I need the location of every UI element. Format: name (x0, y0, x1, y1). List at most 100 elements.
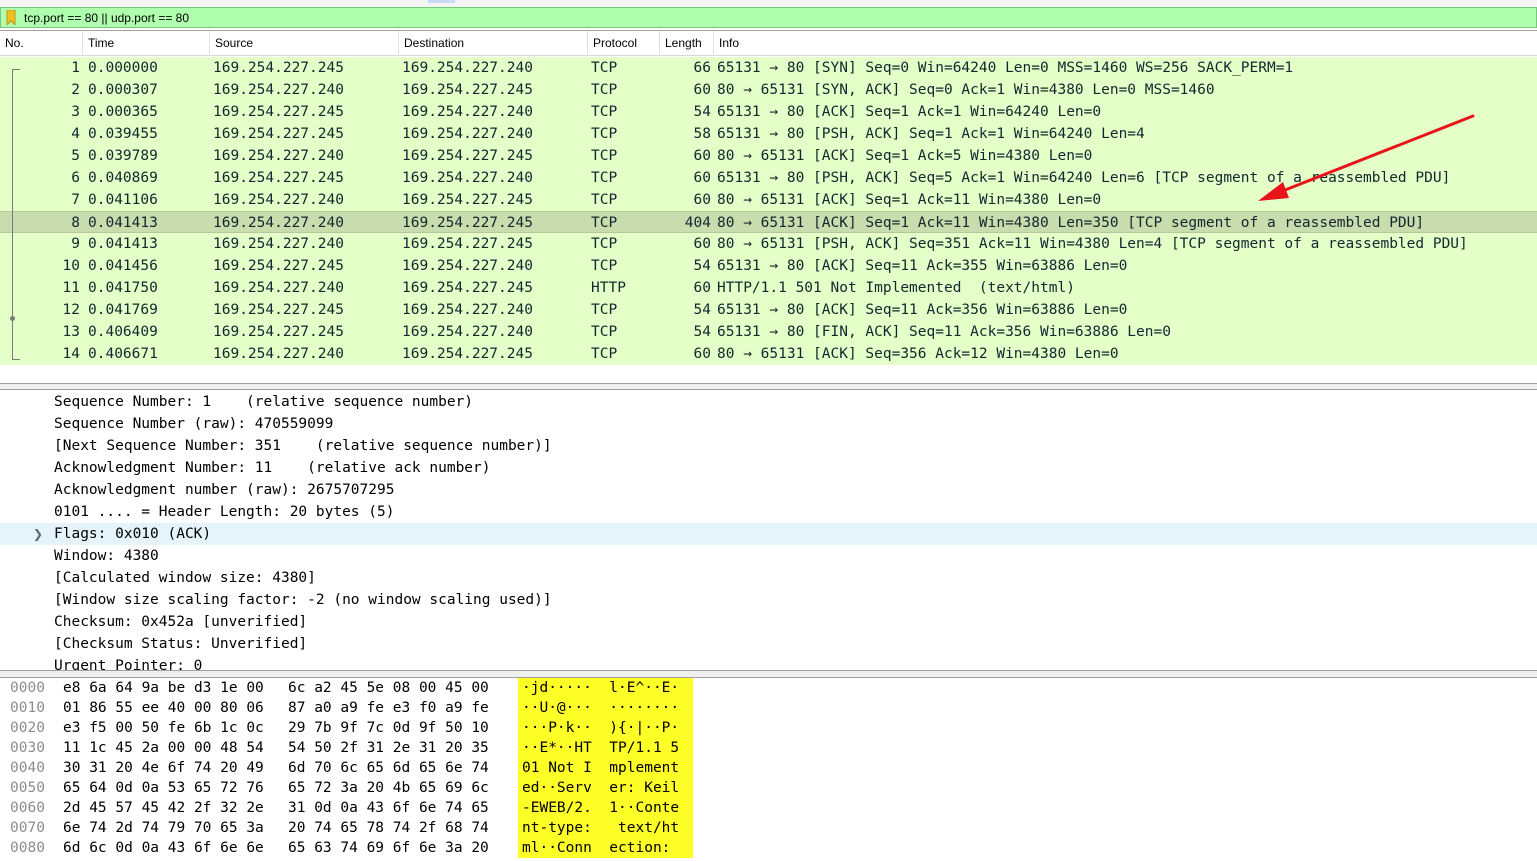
packet-info: 80 → 65131 [PSH, ACK] Seq=351 Ack=11 Win… (717, 236, 1468, 252)
packet-row[interactable]: 3 0.000365 169.254.227.245 169.254.227.240 T… (0, 101, 1537, 123)
packet-no: 2 (71, 82, 80, 98)
column-header-time[interactable]: Time (83, 31, 210, 56)
packet-row[interactable]: 14 0.406671 169.254.227.240 169.254.227.245… (0, 343, 1537, 365)
packet-row[interactable]: 11 0.041750 169.254.227.240 169.254.227.245… (0, 277, 1537, 299)
byte-offset: 0050 (10, 780, 45, 796)
column-header-source[interactable]: Source (210, 31, 399, 56)
bytes-row[interactable]: 0030 11 1c 45 2a 00 00 48 54 54 50 2f 31 2… (0, 738, 1537, 758)
packet-protocol: TCP (591, 324, 618, 340)
display-filter-input[interactable]: tcp.port == 80 || udp.port == 80 (24, 9, 189, 27)
packet-length: 54 (693, 258, 711, 274)
pane-splitter-top[interactable] (0, 384, 1537, 390)
packet-row[interactable]: 6 0.040869 169.254.227.245 169.254.227.240 T… (0, 167, 1537, 189)
packet-info: 65131 → 80 [ACK] Seq=11 Ack=355 Win=6388… (717, 258, 1128, 274)
packet-row[interactable]: 5 0.039789 169.254.227.240 169.254.227.245 T… (0, 145, 1537, 167)
detail-row[interactable]: [Checksum Status: Unverified] (0, 633, 1537, 655)
packet-destination: 169.254.227.240 (402, 302, 533, 318)
detail-row[interactable]: Sequence Number: 1 (relative sequence nu… (0, 391, 1537, 413)
bytes-row[interactable]: 0050 65 64 0d 0a 53 65 72 76 65 72 3a 20 4… (0, 778, 1537, 798)
display-filter-bar[interactable]: tcp.port == 80 || udp.port == 80 (0, 7, 1537, 28)
hex-bytes-right: 87 a0 a9 fe e3 f0 a9 fe (288, 700, 489, 716)
packet-row[interactable]: 7 0.041106 169.254.227.240 169.254.227.245 T… (0, 189, 1537, 211)
packet-time: 0.041750 (88, 280, 158, 296)
packet-source: 169.254.227.245 (213, 104, 344, 120)
detail-row[interactable]: [Next Sequence Number: 351 (relative seq… (0, 435, 1537, 457)
packet-row[interactable]: 8 0.041413 169.254.227.240 169.254.227.245 T… (0, 211, 1537, 233)
column-header-protocol[interactable]: Protocol (588, 31, 660, 56)
detail-row[interactable]: 0101 .... = Header Length: 20 bytes (5) (0, 501, 1537, 523)
packet-row[interactable]: 12 0.041769 169.254.227.245 169.254.227.240… (0, 299, 1537, 321)
detail-row[interactable]: Acknowledgment Number: 11 (relative ack … (0, 457, 1537, 479)
packet-info: 80 → 65131 [ACK] Seq=1 Ack=5 Win=4380 Le… (717, 148, 1093, 164)
detail-row[interactable]: [Window size scaling factor: -2 (no wind… (0, 589, 1537, 611)
byte-offset: 0030 (10, 740, 45, 756)
packet-destination: 169.254.227.240 (402, 324, 533, 340)
chevron-right-icon[interactable]: ❯ (33, 523, 45, 545)
bytes-row[interactable]: 0020 e3 f5 00 50 fe 6b 1c 0c 29 7b 9f 7c 0… (0, 718, 1537, 738)
packet-protocol: TCP (591, 236, 618, 252)
bytes-row[interactable]: 0000 e8 6a 64 9a be d3 1e 00 6c a2 45 5e 0… (0, 678, 1537, 698)
packet-destination: 169.254.227.240 (402, 258, 533, 274)
packet-row[interactable]: 9 0.041413 169.254.227.240 169.254.227.245 T… (0, 233, 1537, 255)
packet-time: 0.000365 (88, 104, 158, 120)
packet-no: 12 (62, 302, 80, 318)
packet-destination: 169.254.227.240 (402, 104, 533, 120)
ascii-bytes: ml··Conn ection: (518, 838, 693, 858)
packet-no: 1 (71, 60, 80, 76)
detail-row[interactable]: Window: 4380 (0, 545, 1537, 567)
packet-row[interactable]: 2 0.000307 169.254.227.240 169.254.227.245 T… (0, 79, 1537, 101)
ascii-bytes: -EWEB/2. 1··Conte (518, 798, 693, 818)
packet-details-pane[interactable]: Sequence Number: 1 (relative sequence nu… (0, 391, 1537, 670)
detail-row[interactable]: Urgent Pointer: 0 (0, 655, 1537, 670)
bytes-row[interactable]: 0040 30 31 20 4e 6f 74 20 49 6d 70 6c 65 6… (0, 758, 1537, 778)
detail-row[interactable]: ❯ Flags: 0x010 (ACK) (0, 523, 1537, 545)
packet-time: 0.041456 (88, 258, 158, 274)
packet-bytes-pane[interactable]: 0000 e8 6a 64 9a be d3 1e 00 6c a2 45 5e 0… (0, 678, 1537, 861)
column-header-destination[interactable]: Destination (399, 31, 588, 56)
packet-source: 169.254.227.245 (213, 126, 344, 142)
detail-row[interactable]: Checksum: 0x452a [unverified] (0, 611, 1537, 633)
packet-no: 3 (71, 104, 80, 120)
hex-bytes-right: 54 50 2f 31 2e 31 20 35 (288, 740, 489, 756)
byte-offset: 0040 (10, 760, 45, 776)
packet-no: 6 (71, 170, 80, 186)
ascii-bytes: ··U·@··· ········ (518, 698, 693, 718)
ascii-bytes: ·jd····· l·E^··E· (518, 678, 693, 698)
bookmark-icon[interactable] (6, 10, 16, 25)
packet-destination: 169.254.227.245 (402, 215, 533, 231)
column-header-info[interactable]: Info (714, 31, 1537, 56)
detail-row[interactable]: Sequence Number (raw): 470559099 (0, 413, 1537, 435)
column-header-length[interactable]: Length (660, 31, 714, 56)
detail-text: Acknowledgment Number: 11 (relative ack … (54, 460, 491, 476)
packet-info: 65131 → 80 [PSH, ACK] Seq=5 Ack=1 Win=64… (717, 170, 1451, 186)
bytes-row[interactable]: 0060 2d 45 57 45 42 2f 32 2e 31 0d 0a 43 6… (0, 798, 1537, 818)
packet-length: 60 (693, 346, 711, 362)
packet-row[interactable]: 1 0.000000 169.254.227.245 169.254.227.240 T… (0, 57, 1537, 79)
packet-info: 65131 → 80 [SYN] Seq=0 Win=64240 Len=0 M… (717, 60, 1294, 76)
detail-row[interactable]: [Calculated window size: 4380] (0, 567, 1537, 589)
packet-no: 8 (71, 215, 80, 231)
packet-source: 169.254.227.245 (213, 324, 344, 340)
byte-offset: 0080 (10, 840, 45, 856)
detail-row[interactable]: Acknowledgment number (raw): 2675707295 (0, 479, 1537, 501)
pane-splitter-bottom[interactable] (0, 670, 1537, 678)
packet-row[interactable]: 10 0.041456 169.254.227.245 169.254.227.240… (0, 255, 1537, 277)
packet-length: 60 (693, 192, 711, 208)
packet-protocol: TCP (591, 192, 618, 208)
bytes-row[interactable]: 0070 6e 74 2d 74 79 70 65 3a 20 74 65 78 7… (0, 818, 1537, 838)
bytes-row[interactable]: 0080 6d 6c 0d 0a 43 6f 6e 6e 65 63 74 69 6… (0, 838, 1537, 858)
packet-list[interactable]: No. Time Source Destination Protocol Len… (0, 30, 1537, 384)
packet-destination: 169.254.227.245 (402, 82, 533, 98)
column-header-no[interactable]: No. (0, 31, 83, 56)
packet-length: 58 (693, 126, 711, 142)
packet-time: 0.000307 (88, 82, 158, 98)
packet-destination: 169.254.227.245 (402, 192, 533, 208)
packet-no: 10 (62, 258, 80, 274)
packet-row[interactable]: 4 0.039455 169.254.227.245 169.254.227.240 T… (0, 123, 1537, 145)
packet-row[interactable]: 13 0.406409 169.254.227.245 169.254.227.240… (0, 321, 1537, 343)
bytes-row[interactable]: 0010 01 86 55 ee 40 00 80 06 87 a0 a9 fe e… (0, 698, 1537, 718)
packet-no: 4 (71, 126, 80, 142)
packet-destination: 169.254.227.240 (402, 170, 533, 186)
packet-source: 169.254.227.240 (213, 280, 344, 296)
hex-bytes-left: 2d 45 57 45 42 2f 32 2e (63, 800, 264, 816)
